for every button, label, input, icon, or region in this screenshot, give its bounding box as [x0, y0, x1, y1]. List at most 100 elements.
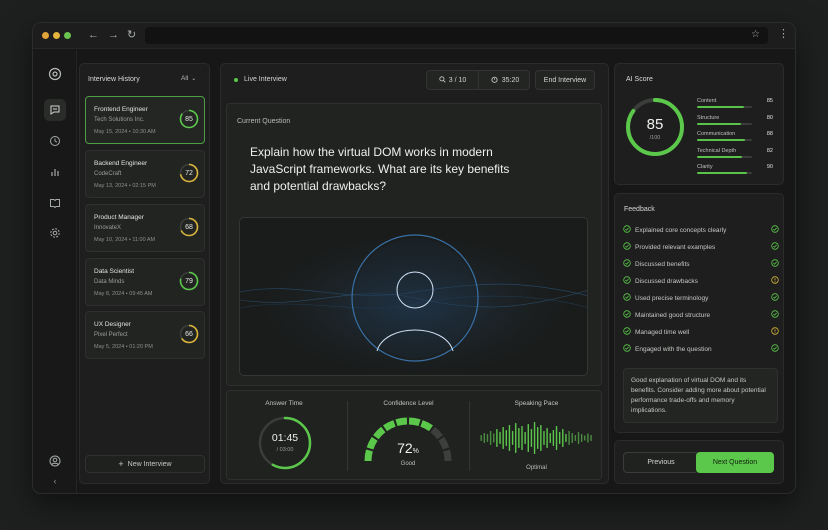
waveform-bar [574, 435, 577, 441]
waveform-bar [521, 426, 523, 450]
metric-bar-fill [697, 155, 743, 158]
feedback-item-text: Discussed benefits [635, 260, 690, 268]
previous-button[interactable]: Previous [623, 452, 699, 473]
video-feed [239, 217, 588, 376]
check-circle-icon [623, 259, 631, 269]
history-item-date: May 15, 2024 [94, 129, 128, 135]
interview-history-panel: Interview History All ⌄ Frontend Enginee… [79, 63, 210, 484]
feedback-item: Used precise terminology [623, 292, 779, 304]
history-item-datetime: May 13, 2024 • 02:15 PM [94, 183, 156, 189]
check-circle-icon [623, 276, 631, 286]
metric-label: Communication [697, 131, 736, 137]
feedback-item-text: Discussed drawbacks [635, 277, 698, 285]
feedback-item: Discussed benefits [623, 258, 779, 270]
waveform-bar [584, 435, 586, 441]
current-question-label: Current Question [237, 118, 291, 125]
history-item-role: Backend Engineer [94, 160, 148, 167]
answer-time-label: Answer Time [265, 400, 303, 407]
metric-value: 85 [766, 98, 773, 104]
history-score-value: 79 [185, 277, 193, 285]
history-item[interactable]: Backend Engineer CodeCraft May 13, 2024 • … [85, 150, 205, 198]
metric-bar-fill [697, 106, 744, 108]
window-close-dot[interactable] [42, 32, 49, 39]
confidence-rating: Good [400, 461, 416, 467]
check-circle-icon [623, 293, 631, 303]
history-item-datetime: May 8, 2024 • 09:45 AM [94, 291, 153, 297]
new-interview-button[interactable]: + New Interview [85, 455, 205, 473]
waveform-bar [530, 429, 533, 447]
ai-score-panel: AI Score 85 /100 Content 85 Structure 80 Com… [614, 63, 784, 185]
stopwatch-icon [491, 76, 498, 85]
history-item-date: May 5, 2024 [94, 344, 125, 350]
bar-chart-icon[interactable] [44, 161, 66, 183]
feedback-item: Explained core concepts clearly [623, 224, 779, 236]
history-item-time: 09:45 AM [129, 291, 153, 297]
waveform-bar [546, 428, 548, 448]
back-arrow-icon[interactable]: ← [88, 30, 99, 41]
ai-score-title: AI Score [626, 76, 653, 83]
waveform-bar [480, 435, 482, 441]
history-filter-dropdown[interactable]: All ⌄ [181, 75, 196, 82]
waveform-bar [543, 431, 545, 445]
collapse-chevron-icon[interactable]: ‹ [44, 470, 66, 492]
status-warning-icon [771, 276, 779, 286]
session-timer: 35:20 [479, 71, 531, 89]
question-counter-value: 3 / 10 [448, 76, 467, 84]
history-item[interactable]: UX Designer Pixel Perfect May 5, 2024 • 01… [85, 311, 205, 359]
live-interview-label: Live Interview [244, 76, 287, 83]
waveform-bar [483, 433, 486, 443]
waveform-bar [565, 434, 567, 442]
window-maximize-dot[interactable] [64, 32, 71, 39]
speaking-pace-label: Speaking Pace [514, 400, 559, 407]
chat-icon[interactable] [44, 99, 66, 121]
live-indicator-dot [234, 78, 238, 82]
history-item-date: May 10, 2024 [94, 237, 128, 243]
forward-arrow-icon[interactable]: → [108, 30, 119, 41]
address-bar[interactable] [145, 27, 768, 44]
history-item-datetime: May 10, 2024 • 11:00 AM [94, 237, 155, 243]
metric-value: 90 [766, 164, 773, 170]
check-circle-icon [623, 242, 631, 252]
question-card: Current Question Explain how the virtual… [226, 103, 602, 386]
waveform-bar [508, 425, 511, 451]
metric-row: Structure 80 [697, 115, 775, 129]
history-item[interactable]: Data Scientist Data Minds May 8, 2024 • 09… [85, 258, 205, 306]
browser-menu-icon[interactable]: ⋮ [778, 29, 789, 40]
logo-icon[interactable] [44, 63, 66, 85]
metric-label: Structure [697, 114, 720, 121]
gauge-segment [408, 417, 421, 427]
settings-gear-icon[interactable] [44, 222, 66, 244]
next-question-button[interactable]: Next Question [696, 452, 774, 473]
window-minimize-dot[interactable] [53, 32, 60, 39]
history-item[interactable]: Frontend Engineer Tech Solutions Inc. May … [85, 96, 205, 144]
waveform-bar [555, 426, 558, 450]
metric-row: Communication 88 [697, 131, 775, 145]
main-interview-panel: Live Interview 3 / 10 35:20 End Intervie… [220, 63, 609, 484]
feedback-item-text: Provided relevant examples [635, 243, 716, 251]
waveform-bar [537, 427, 539, 449]
feedback-item: Engaged with the question [623, 343, 779, 355]
feedback-item: Managed time well [623, 326, 779, 338]
book-icon[interactable] [44, 192, 66, 214]
feedback-item: Provided relevant examples [623, 241, 779, 253]
clock-icon[interactable] [44, 130, 66, 152]
question-timer-group: 3 / 10 35:20 [426, 70, 530, 90]
history-score-value: 66 [185, 330, 193, 338]
bookmark-star-icon[interactable]: ☆ [751, 29, 760, 40]
history-item[interactable]: Product Manager InnovateX May 10, 2024 • 1… [85, 204, 205, 252]
gauge-segment [373, 426, 386, 440]
reload-icon[interactable]: ↻ [127, 30, 136, 41]
stats-divider [469, 401, 470, 471]
end-interview-button[interactable]: End Interview [535, 70, 595, 90]
history-item-company: CodeCraft [94, 171, 122, 177]
metric-row: Content 85 [697, 98, 775, 112]
status-check-icon [771, 225, 779, 235]
speaking-pace-rating: Optimal [526, 465, 547, 471]
history-item-time: 11:00 AM [132, 237, 156, 243]
user-profile-icon[interactable] [44, 450, 66, 472]
answer-time-total: / 03:00 [276, 447, 294, 453]
waveform-bar [505, 430, 508, 446]
confidence-readout: 72% [358, 440, 458, 456]
waveform-bar [549, 433, 551, 443]
history-filter-value: All [181, 75, 189, 82]
